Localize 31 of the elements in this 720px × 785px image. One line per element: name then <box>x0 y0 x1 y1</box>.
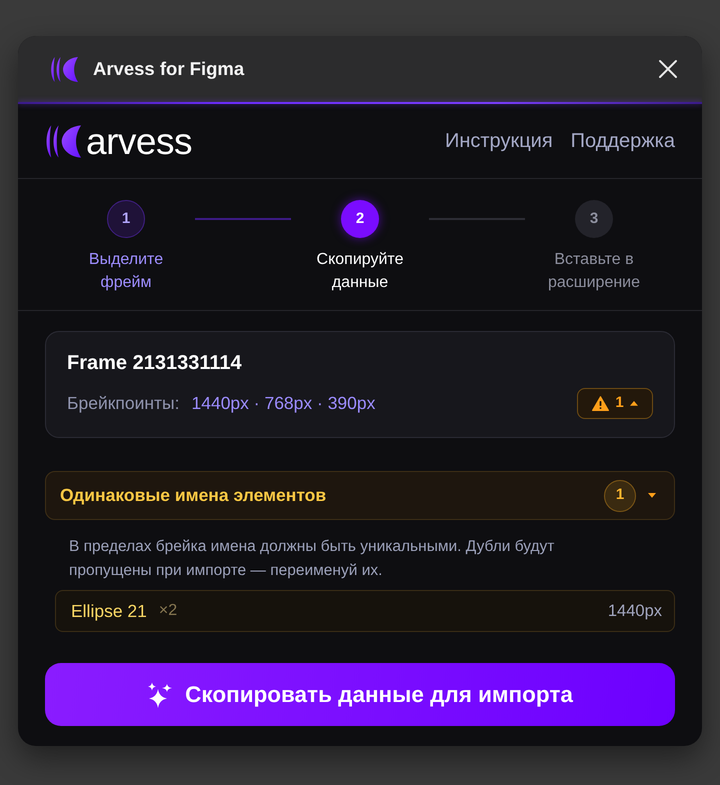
header-link[interactable]: Поддержка <box>570 126 675 156</box>
step-number: 3 <box>575 200 613 238</box>
sparkle-icon <box>147 682 174 708</box>
breakpoint-label: 1440px <box>608 600 662 622</box>
logo-icon <box>45 124 81 158</box>
step-label: Выделите фрейм <box>88 250 164 293</box>
warning-description: В пределах брейка имена должны быть уникальными. Дубли будут пропущены при импорте — переименуй их. <box>68 537 556 581</box>
logo-icon <box>50 56 78 82</box>
header-link[interactable]: Инструкция <box>444 126 553 156</box>
window-title: Arvess for Figma <box>93 57 244 82</box>
caret-up-icon <box>630 401 638 406</box>
frame-name: Frame 2131331114 <box>67 351 243 376</box>
step-number: 1 <box>107 200 145 238</box>
caret-down-icon <box>648 493 656 498</box>
step-label: Вставьте в расширение <box>546 250 642 293</box>
element-name: Ellipse 21 <box>71 600 147 623</box>
breakpoints-values: 1440px · 768px · 390px <box>192 392 376 416</box>
duplicate-item-row[interactable]: Ellipse 21 ×2 1440px <box>55 590 675 632</box>
close-button[interactable] <box>656 57 680 81</box>
copy-data-button[interactable]: Скопировать данные для импорта <box>45 663 675 726</box>
logo-text: arvess <box>86 122 192 160</box>
duplicate-count: ×2 <box>158 601 178 621</box>
warnings-toggle[interactable]: 1 <box>577 388 653 419</box>
warning-group-header[interactable]: Одинаковые имена элементов 1 <box>45 471 675 520</box>
warning-icon <box>592 396 610 411</box>
breakpoints-label: Брейкпоинты: <box>67 392 180 416</box>
step-label: Скопируйте данные <box>316 250 404 293</box>
warning-title: Одинаковые имена элементов <box>60 484 326 508</box>
count-badge: 1 <box>604 480 636 512</box>
step-number: 2 <box>341 200 379 238</box>
close-icon <box>658 59 678 79</box>
